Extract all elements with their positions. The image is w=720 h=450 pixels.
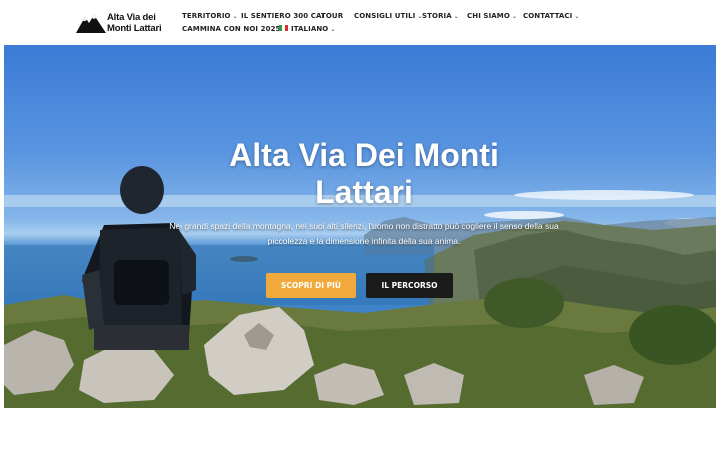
nav-label: STORIA: [422, 12, 452, 20]
chevron-down-icon: ⌄: [330, 26, 336, 33]
nav-label: CONTATTACI: [523, 12, 573, 20]
chevron-down-icon: ⌄: [232, 13, 238, 20]
logo-text-line2: Monti Lattari: [107, 23, 162, 34]
nav-label: TERRITORIO: [182, 12, 231, 20]
language-label: ITALIANO: [291, 25, 329, 33]
nav-label: CAMMINA CON NOI 2025: [182, 25, 281, 33]
nav-label: TOUR: [321, 12, 344, 20]
chevron-down-icon: ⌄: [511, 13, 518, 20]
nav-item-contattaci[interactable]: CONTATTACI ⌄: [523, 12, 580, 20]
hero-title: Alta Via Dei Monti Lattari: [229, 137, 499, 210]
language-selector[interactable]: ITALIANO ⌄: [279, 25, 336, 33]
nav-item-chi-siamo[interactable]: CHI SIAMO ⌄: [467, 12, 517, 20]
discover-more-button[interactable]: SCOPRI DI PIÙ: [266, 273, 356, 298]
nav-item-cammina-con-noi[interactable]: CAMMINA CON NOI 2025: [182, 25, 281, 33]
route-button[interactable]: IL PERCORSO: [366, 273, 453, 298]
mountain-logo-icon: [76, 15, 106, 33]
nav-item-tour[interactable]: TOUR: [321, 12, 343, 20]
site-header: Alta Via dei Monti Lattari TERRITORIO ⌄ I…: [0, 0, 720, 45]
site-logo[interactable]: Alta Via dei Monti Lattari: [76, 11, 168, 35]
logo-text-line1: Alta Via dei: [107, 12, 156, 23]
chevron-down-icon: ⌄: [453, 13, 459, 20]
nav-item-consigli-utili[interactable]: CONSIGLI UTILI ⌄: [354, 12, 423, 20]
nav-label: IL SENTIERO 300 CAI: [241, 12, 325, 20]
nav-item-sentiero[interactable]: IL SENTIERO 300 CAI: [241, 12, 324, 20]
italian-flag-icon: [279, 25, 288, 31]
hero-banner: Alta Via Dei Monti Lattari Nei grandi sp…: [4, 45, 716, 408]
nav-label: CHI SIAMO: [467, 12, 510, 20]
nav-item-territorio[interactable]: TERRITORIO ⌄: [182, 12, 238, 20]
chevron-down-icon: ⌄: [574, 13, 580, 20]
nav-item-storia[interactable]: STORIA ⌄: [422, 12, 459, 20]
hero-subtitle: Nei grandi spazi della montagna, nei suo…: [169, 221, 559, 246]
nav-label: CONSIGLI UTILI: [354, 12, 416, 20]
